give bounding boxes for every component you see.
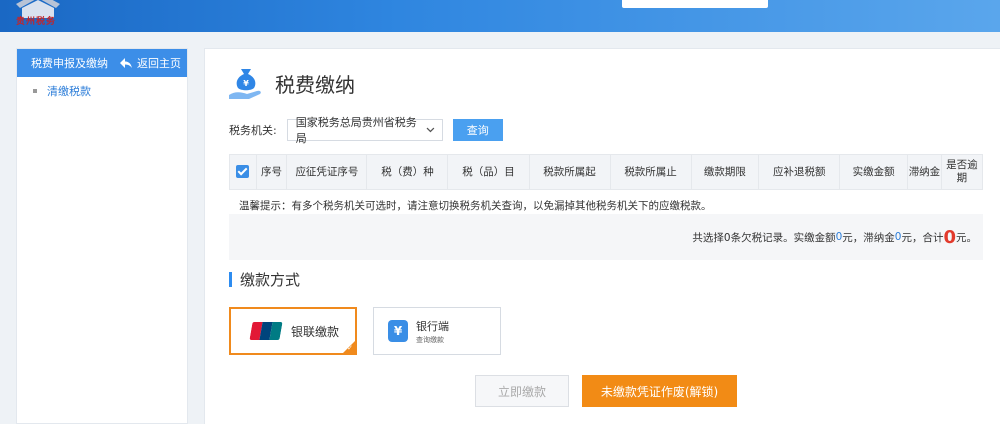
logo-text: 贵州税务 <box>16 17 57 27</box>
summary-bar: 共选择0条欠税记录。实缴金额 0 元，滞纳金 0 元，合计 0 元。 <box>229 214 983 260</box>
col-header: 序号 <box>255 154 288 190</box>
void-voucher-button[interactable]: 未缴款凭证作废(解锁) <box>582 375 737 407</box>
bank-text: 银行端 查询缴款 <box>416 318 449 345</box>
tax-authority-label: 税务机关: <box>229 124 277 137</box>
chevron-down-icon <box>426 127 435 133</box>
warm-tip: 温馨提示：有多个税务机关可选时，请注意切换税务机关查询，以免漏掉其他税务机关下的… <box>239 200 712 212</box>
unionpay-option[interactable]: 银联缴款 ✓ <box>229 307 357 355</box>
query-button[interactable]: 查询 <box>452 119 503 141</box>
sidebar-title: 税费申报及缴纳 <box>31 57 108 70</box>
summary-late-fee: 0 <box>894 231 902 243</box>
col-header: 滞纳金 <box>907 154 942 190</box>
summary-total: 0 <box>943 226 956 248</box>
sidebar-item-clear-tax[interactable]: 清缴税款 <box>17 77 187 105</box>
col-header: 实缴金额 <box>839 154 909 190</box>
summary-text: 元，合计 <box>901 231 944 244</box>
money-bag-hand-icon: ¥ <box>229 69 261 99</box>
page-header: ¥ 税费缴纳 <box>227 65 355 101</box>
payment-section-title: 缴款方式 <box>229 269 300 290</box>
svg-text:¥: ¥ <box>243 79 249 88</box>
col-header: 税（费）种 <box>366 154 449 190</box>
tax-authority-select[interactable]: 国家税务总局贵州省税务局 <box>286 116 443 145</box>
col-header: 缴款期限 <box>690 154 760 190</box>
back-home-link[interactable]: 返回主页 <box>120 55 181 71</box>
tax-authority-filter: 税务机关: 国家税务总局贵州省税务局 查询 <box>229 116 503 145</box>
col-header: 税款所属起 <box>528 154 611 190</box>
section-accent-bar <box>229 272 232 287</box>
unionpay-label: 银联缴款 <box>291 324 340 339</box>
bank-yen-icon: ¥ <box>388 320 408 342</box>
col-header: 税款所属止 <box>609 154 692 190</box>
bullet-icon <box>33 89 37 93</box>
summary-prefix: 共选择0条欠税记录。实缴金额 <box>692 231 836 244</box>
unionpay-logo-icon <box>249 322 283 340</box>
bank-label: 银行端 <box>416 319 449 333</box>
main-panel: ¥ 税费缴纳 税务机关: 国家税务总局贵州省税务局 查询 序号 应征凭证序号 税… <box>204 48 1000 424</box>
page-title: 税费缴纳 <box>275 72 355 97</box>
sidebar-header: 税费申报及缴纳 返回主页 <box>17 49 187 77</box>
bank-option[interactable]: ¥ 银行端 查询缴款 <box>373 307 501 355</box>
tax-authority-value: 国家税务总局贵州省税务局 <box>295 116 417 145</box>
sidebar: 税费申报及缴纳 返回主页 清缴税款 <box>16 48 188 424</box>
payment-section-label: 缴款方式 <box>240 271 301 289</box>
check-icon: ✓ <box>347 344 353 352</box>
tax-table: 序号 应征凭证序号 税（费）种 税（品）目 税款所属起 税款所属止 缴款期限 应… <box>229 154 984 190</box>
table-header-row: 序号 应征凭证序号 税（费）种 税（品）目 税款所属起 税款所属止 缴款期限 应… <box>229 154 984 190</box>
select-all-checkbox[interactable] <box>229 154 257 190</box>
summary-suffix: 元。 <box>956 231 977 244</box>
checkbox-checked-icon <box>236 165 250 179</box>
col-header: 应补退税额 <box>758 154 841 190</box>
bank-sub-label: 查询缴款 <box>416 335 444 344</box>
summary-paid-amount: 0 <box>835 231 843 243</box>
search-input[interactable] <box>622 0 768 8</box>
sidebar-item-label: 清缴税款 <box>47 85 91 98</box>
pay-now-button[interactable]: 立即缴款 <box>475 375 569 407</box>
back-home-label: 返回主页 <box>137 57 181 70</box>
col-header: 应征凭证序号 <box>286 154 368 190</box>
back-arrow-icon <box>120 58 132 68</box>
top-banner: 贵州税务 <box>0 0 1000 32</box>
summary-text: 元，滞纳金 <box>842 231 895 244</box>
col-header: 税（品）目 <box>447 154 530 190</box>
col-header: 是否逾期 <box>940 154 984 190</box>
